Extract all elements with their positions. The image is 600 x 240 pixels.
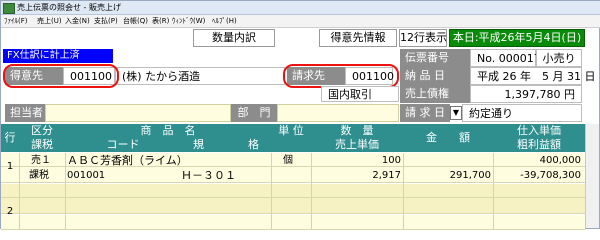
row-code[interactable]: 001001 xyxy=(67,169,105,182)
slip-no-label: 伝票番号 xyxy=(400,49,470,67)
customer-info-button[interactable]: 得意先情報 xyxy=(319,29,397,47)
customer-name-field[interactable]: (株) たから酒造 xyxy=(115,67,285,85)
chevron-down-icon[interactable]: ▼ xyxy=(450,106,462,120)
staff-field[interactable] xyxy=(45,104,231,122)
unit-header: 単 位 xyxy=(271,124,311,152)
delivery-date-field[interactable]: 平成 26 年 5 月 31 日 xyxy=(470,67,595,85)
row-quantity[interactable]: 100 xyxy=(311,154,401,167)
column-divider xyxy=(311,153,312,230)
row-display-button[interactable]: 12行表示 xyxy=(399,29,447,47)
menu-payment[interactable]: 支払(P) xyxy=(94,16,118,26)
column-divider xyxy=(271,153,272,230)
row-number-header: 行 xyxy=(1,124,19,152)
department-field[interactable] xyxy=(277,104,399,122)
row-spec[interactable]: Ｈ－３０１ xyxy=(181,169,236,182)
table-row[interactable] xyxy=(1,184,585,198)
class-header: 区分 xyxy=(19,124,65,138)
row-product-name[interactable]: ＡＢＣ芳香剤（ライム） xyxy=(67,154,188,167)
menu-ledger[interactable]: 台帳(Q) xyxy=(123,16,148,26)
sale-price-header: 売上単価 xyxy=(311,138,403,152)
purchase-price-header: 仕入単価 xyxy=(493,124,585,138)
row-purchase-price[interactable]: 400,000 xyxy=(493,154,581,167)
row-unit[interactable]: 個 xyxy=(283,154,293,167)
window-title: 売上伝票の照会せ - 販売上げ xyxy=(17,3,121,12)
column-divider xyxy=(493,153,494,230)
sale-type-field[interactable]: 小売り xyxy=(536,49,582,67)
code-header: コード xyxy=(65,138,181,152)
menu-table[interactable]: 表(R) xyxy=(152,16,169,26)
amount-header: 金 額 xyxy=(403,124,493,152)
title-bar: 売上伝票の照会せ - 販売上げ xyxy=(1,1,600,15)
today-date: 本日:平成26年5月4日(日) xyxy=(449,29,585,47)
menu-help[interactable]: ﾍﾙﾌﾟ(H) xyxy=(212,16,237,26)
spec-header: 規 格 xyxy=(181,138,271,152)
department-label: 部 門 xyxy=(231,104,277,122)
row-tax[interactable]: 課税 xyxy=(29,169,49,182)
receivable-field: 1,397,780 円 xyxy=(470,85,582,103)
product-name-header: 商 品 名 xyxy=(65,124,271,138)
tax-header: 課税 xyxy=(19,138,65,152)
quantity-header: 数 量 xyxy=(311,124,403,138)
menu-file[interactable]: ﾌｧｲﾙ(F) xyxy=(4,16,28,26)
row-number: 1 xyxy=(6,161,14,172)
app-icon xyxy=(3,3,15,14)
table-row[interactable] xyxy=(1,215,585,230)
customer-highlight xyxy=(3,64,119,88)
row-gross-profit: -39,708,300 xyxy=(520,170,581,181)
main-window: 売上伝票の照会せ - 販売上げ ﾌｧｲﾙ(F) 売上(U) 入金(N) 支払(P… xyxy=(0,0,600,230)
bill-date-field[interactable]: 約定通り xyxy=(462,104,582,122)
menu-bar: ﾌｧｲﾙ(F) 売上(U) 入金(N) 支払(P) 台帳(Q) 表(R) ｳｨﾝ… xyxy=(1,15,600,28)
gross-profit-header: 粗利益額 xyxy=(493,138,585,152)
domestic-trade-field[interactable]: 国内取引 xyxy=(321,86,399,102)
row-amount: 291,700 xyxy=(449,170,491,181)
bill-date-label: 請 求 日 xyxy=(400,104,450,122)
table-row[interactable] xyxy=(1,198,585,214)
row-sale-price[interactable]: 2,917 xyxy=(311,169,401,182)
fx-posted-badge: FX仕訳に計上済 xyxy=(3,49,113,63)
delivery-date-label: 納 品 日 xyxy=(400,67,470,85)
breakdown-button[interactable]: 数量内訳 xyxy=(193,29,275,47)
receivable-label: 売上債権 xyxy=(400,85,470,103)
menu-receipt[interactable]: 入金(N) xyxy=(65,16,90,26)
staff-label: 担当者 xyxy=(5,104,45,122)
bill-to-highlight xyxy=(283,64,399,88)
column-divider xyxy=(19,153,20,230)
menu-sales[interactable]: 売上(U) xyxy=(37,16,62,26)
column-divider xyxy=(403,153,404,230)
slip-no-field[interactable]: No. 000017 xyxy=(470,49,541,67)
vertical-scrollbar[interactable] xyxy=(585,124,599,228)
column-divider xyxy=(65,153,66,230)
menu-window[interactable]: ｳｨﾝﾄﾞｳ(W) xyxy=(172,16,205,26)
row-class[interactable]: 売１ xyxy=(31,154,51,167)
